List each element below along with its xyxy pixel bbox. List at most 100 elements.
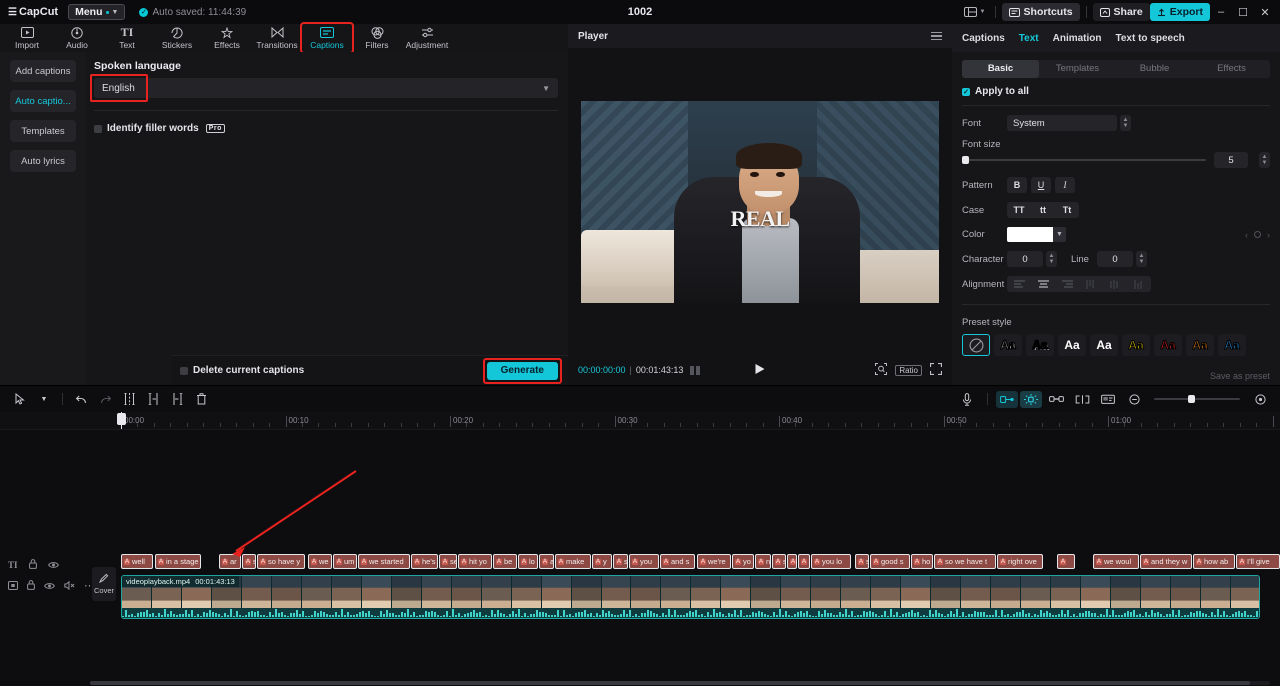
- shortcuts-button[interactable]: Shortcuts: [1001, 3, 1080, 21]
- case-title-button[interactable]: Tt: [1055, 205, 1079, 215]
- tab-import[interactable]: Import: [2, 24, 52, 52]
- caption-clip[interactable]: An: [755, 554, 771, 569]
- segment-effects[interactable]: Effects: [1193, 60, 1270, 78]
- playhead[interactable]: [117, 412, 126, 429]
- caption-clip[interactable]: Alo: [518, 554, 538, 569]
- zoom-fit-icon[interactable]: [875, 363, 888, 377]
- segment-bubble[interactable]: Bubble: [1116, 60, 1193, 78]
- preset-orange[interactable]: Aa: [1186, 334, 1214, 356]
- save-as-preset-button[interactable]: Save as preset: [1210, 371, 1270, 381]
- sidebar-item-auto-captions[interactable]: Auto captio...: [10, 90, 76, 112]
- caption-clip[interactable]: Aa: [787, 554, 797, 569]
- tab-audio[interactable]: Audio: [52, 24, 102, 52]
- video-preview[interactable]: REAL: [581, 100, 939, 303]
- preset-white-double-outline[interactable]: Aa: [1026, 334, 1054, 356]
- next-arrow-icon[interactable]: ›: [1267, 230, 1270, 240]
- eye-icon[interactable]: [47, 556, 59, 574]
- caption-clip[interactable]: As: [798, 554, 810, 569]
- caption-clip[interactable]: Aso we have t: [934, 554, 996, 569]
- close-button[interactable]: ✕: [1254, 1, 1276, 23]
- ratio-button[interactable]: Ratio: [895, 364, 922, 376]
- trim-left-icon[interactable]: [141, 388, 165, 410]
- font-size-stepper[interactable]: ▲ ▼: [1259, 152, 1270, 168]
- caption-clip[interactable]: Awe're: [697, 554, 731, 569]
- share-button[interactable]: Share: [1092, 3, 1150, 21]
- caption-clip[interactable]: As: [613, 554, 628, 569]
- chevron-down-icon[interactable]: ▼: [1053, 227, 1066, 242]
- unlink-icon[interactable]: [1070, 388, 1094, 410]
- lock-icon[interactable]: [28, 556, 37, 574]
- caption-clip[interactable]: Ahe's: [411, 554, 438, 569]
- italic-button[interactable]: I: [1055, 177, 1075, 193]
- fullscreen-icon[interactable]: [929, 362, 943, 377]
- line-spacing-input[interactable]: 0: [1096, 251, 1133, 267]
- preview-icon[interactable]: [1096, 388, 1120, 410]
- timeline-ruler[interactable]: 00:00 00:10 00:20 00:30 00:40 00:50 01:00: [0, 412, 1280, 430]
- caption-clip[interactable]: As: [242, 554, 256, 569]
- tab-filters[interactable]: Filters: [352, 24, 402, 52]
- redo-icon[interactable]: [93, 388, 117, 410]
- minimize-button[interactable]: –: [1210, 1, 1232, 23]
- tab-captions[interactable]: Captions: [300, 22, 354, 54]
- font-select[interactable]: System: [1007, 115, 1117, 131]
- caption-clip[interactable]: Ase: [439, 554, 457, 569]
- character-stepper[interactable]: ▲ ▼: [1046, 251, 1057, 267]
- mute-icon[interactable]: [64, 577, 75, 595]
- sidebar-item-add-captions[interactable]: Add captions: [10, 60, 76, 82]
- tab-text-to-speech[interactable]: Text to speech: [1116, 33, 1185, 44]
- apply-to-all-checkbox[interactable]: ✓: [962, 87, 970, 96]
- align-center-icon[interactable]: [1031, 280, 1055, 289]
- timeline-hscrollbar[interactable]: [90, 681, 1270, 685]
- caption-clip[interactable]: Aright ove: [997, 554, 1043, 569]
- segment-templates[interactable]: Templates: [1039, 60, 1116, 78]
- caption-clip[interactable]: As: [855, 554, 869, 569]
- tab-animation[interactable]: Animation: [1053, 33, 1102, 44]
- caption-clip[interactable]: Awell: [121, 554, 153, 569]
- caption-clip[interactable]: As: [772, 554, 786, 569]
- cover-button[interactable]: Cover: [92, 567, 116, 601]
- caption-clip[interactable]: Awe woul: [1093, 554, 1139, 569]
- caption-clip[interactable]: Amake: [555, 554, 591, 569]
- zoom-out-icon[interactable]: [1122, 388, 1146, 410]
- trim-right-icon[interactable]: [165, 388, 189, 410]
- timeline-zoom-slider[interactable]: [1154, 395, 1240, 403]
- font-size-slider[interactable]: [962, 156, 1206, 164]
- tab-text[interactable]: TI Text: [102, 24, 152, 52]
- preset-white-plain[interactable]: Aa: [1058, 334, 1086, 356]
- caption-clip[interactable]: Aand s: [660, 554, 695, 569]
- caption-clip[interactable]: Ayou lo: [811, 554, 851, 569]
- hamburger-icon[interactable]: [931, 31, 942, 41]
- caption-clip[interactable]: Agood s: [870, 554, 910, 569]
- preset-white-bold[interactable]: Aa: [1090, 334, 1118, 356]
- eye-icon[interactable]: [44, 577, 55, 595]
- caption-clip[interactable]: Aho: [911, 554, 933, 569]
- chevron-down-icon[interactable]: ▼: [32, 388, 56, 410]
- tab-effects[interactable]: Effects: [202, 24, 252, 52]
- spoken-language-select[interactable]: English ▼: [94, 78, 558, 98]
- font-stepper[interactable]: ▲ ▼: [1120, 115, 1131, 131]
- tab-captions-props[interactable]: Captions: [962, 33, 1005, 44]
- apply-to-all-row[interactable]: ✓ Apply to all: [962, 86, 1280, 97]
- segment-basic[interactable]: Basic: [962, 60, 1039, 78]
- video-clip[interactable]: videoplayback.mp4 00:01:43:13: [121, 575, 1260, 619]
- caption-clip[interactable]: Awe started: [358, 554, 410, 569]
- slider-knob[interactable]: [962, 156, 969, 164]
- microphone-icon[interactable]: [955, 388, 979, 410]
- case-lower-button[interactable]: tt: [1031, 205, 1055, 215]
- caption-clip[interactable]: Aum: [333, 554, 357, 569]
- tab-adjustment[interactable]: Adjustment: [402, 24, 452, 52]
- zoom-in-icon[interactable]: [1248, 388, 1272, 410]
- preset-yellow[interactable]: Aa: [1122, 334, 1150, 356]
- split-icon[interactable]: [117, 388, 141, 410]
- magnet-icon[interactable]: [1020, 390, 1042, 408]
- preset-white-outline[interactable]: Aa: [994, 334, 1022, 356]
- underline-button[interactable]: U: [1031, 177, 1051, 193]
- color-swatch[interactable]: [1007, 227, 1053, 242]
- maximize-button[interactable]: ☐: [1232, 1, 1254, 23]
- align-vertical-top-icon[interactable]: [1079, 279, 1103, 289]
- tab-transitions[interactable]: Transitions: [252, 24, 302, 52]
- caption-clip[interactable]: A: [1057, 554, 1075, 569]
- layout-icon[interactable]: ▼: [961, 2, 989, 22]
- caption-clip[interactable]: Ahow ab: [1193, 554, 1235, 569]
- case-upper-button[interactable]: TT: [1007, 205, 1031, 215]
